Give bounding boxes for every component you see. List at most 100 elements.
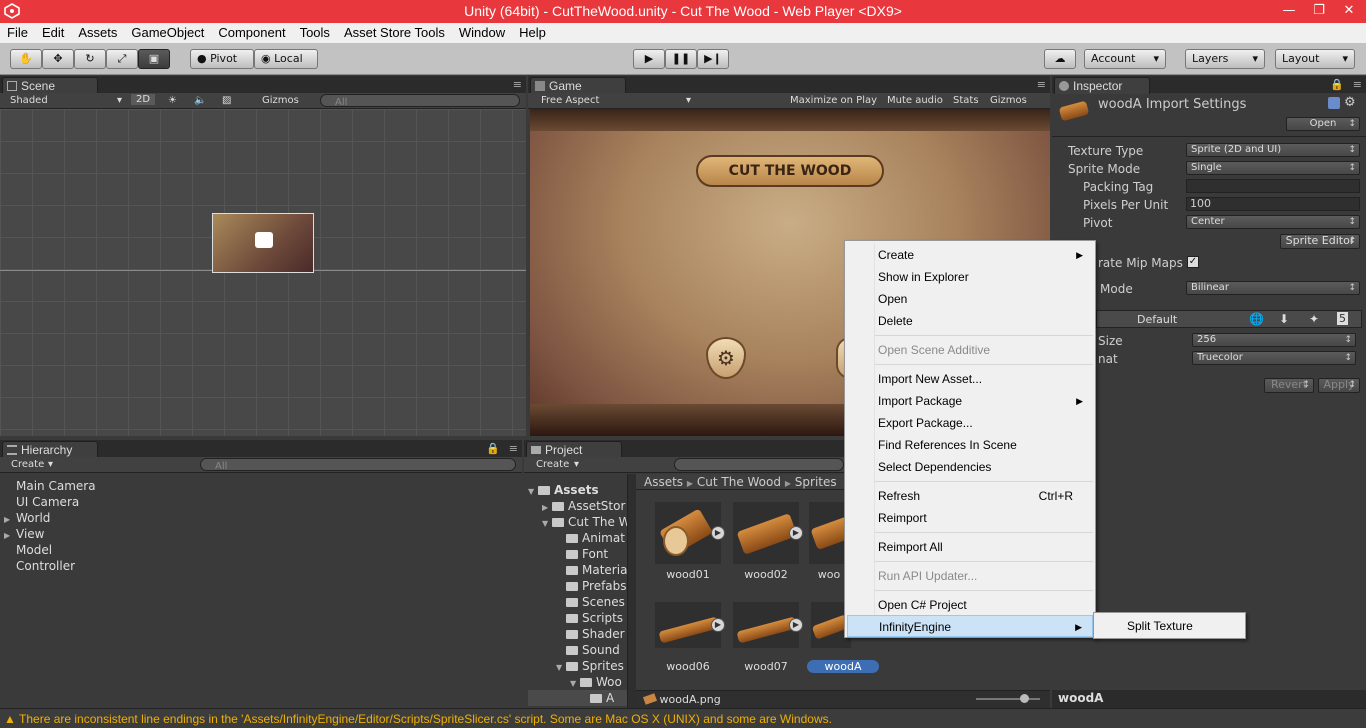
console-status-bar[interactable]: ▲ There are inconsistent line endings in…	[0, 708, 1366, 728]
menu-item-find-references[interactable]: Find References In Scene	[847, 434, 1093, 456]
gizmos-dropdown[interactable]: Gizmos	[262, 95, 299, 106]
scale-tool-button[interactable]: ⤢	[106, 49, 138, 69]
stats-toggle[interactable]: Stats	[953, 95, 979, 106]
menu-asset-store-tools[interactable]: Asset Store Tools	[337, 23, 452, 40]
shading-dropdown[interactable]: Shaded	[10, 95, 48, 106]
hierarchy-item-world[interactable]: ▶ World	[4, 510, 304, 526]
local-toggle[interactable]: ◉ Local	[254, 49, 318, 69]
scene-search-input[interactable]: All	[320, 94, 520, 108]
audio-icon[interactable]: 🔈	[194, 95, 206, 106]
minimize-button[interactable]: —	[1274, 0, 1304, 23]
html5-platform-icon[interactable]: 5	[1337, 312, 1348, 325]
asset-wood07[interactable]: ▶ wood07	[731, 602, 803, 673]
hand-tool-button[interactable]: ✋	[10, 49, 42, 69]
maximize-on-play-toggle[interactable]: Maximize on Play	[790, 95, 877, 106]
format-dropdown[interactable]: Truecolor	[1192, 351, 1356, 365]
folder-materials[interactable]: Materia	[528, 562, 627, 578]
cloud-button[interactable]: ☁	[1044, 49, 1076, 69]
account-dropdown[interactable]: Account ▾	[1084, 49, 1166, 69]
play-preview-icon[interactable]: ▶	[711, 526, 725, 540]
breadcrumb-item[interactable]: Cut The Wood	[697, 475, 781, 489]
menu-item-create[interactable]: Create ▶	[847, 244, 1093, 266]
asset-wood02[interactable]: ▶ wood02	[731, 502, 803, 581]
filter-mode-dropdown[interactable]: Bilinear	[1186, 281, 1360, 295]
hierarchy-item-view[interactable]: ▶ View	[4, 526, 304, 542]
scene-viewport[interactable]	[0, 109, 526, 436]
pause-button[interactable]: ❚❚	[665, 49, 697, 69]
asset-wood06[interactable]: ▶ wood06	[653, 602, 725, 673]
menu-item-open-csharp-project[interactable]: Open C# Project	[847, 594, 1093, 616]
sprite-editor-button[interactable]: Sprite Editor	[1280, 234, 1360, 249]
menu-item-reimport[interactable]: Reimport	[847, 507, 1093, 529]
project-create-dropdown[interactable]: Create	[536, 459, 569, 470]
play-preview-icon[interactable]: ▶	[789, 526, 803, 540]
thumbnail-size-slider[interactable]	[976, 694, 1040, 703]
tab-project[interactable]: Project	[526, 441, 622, 458]
folder-shader[interactable]: Shader	[528, 626, 627, 642]
camera-view-rect[interactable]	[212, 213, 314, 273]
menu-item-reimport-all[interactable]: Reimport All	[847, 536, 1093, 558]
revert-button[interactable]: Revert	[1264, 378, 1314, 393]
menu-gameobject[interactable]: GameObject	[124, 23, 211, 40]
2d-toggle[interactable]: 2D	[131, 94, 156, 105]
menu-help[interactable]: Help	[512, 23, 553, 40]
hierarchy-item-controller[interactable]: Controller	[4, 558, 304, 574]
panel-menu-icon[interactable]: ≡	[509, 442, 518, 455]
menu-item-export-package[interactable]: Export Package...	[847, 412, 1093, 434]
platform-default-tab[interactable]: Default	[1137, 313, 1177, 326]
menu-item-select-dependencies[interactable]: Select Dependencies	[847, 456, 1093, 478]
packing-tag-input[interactable]	[1186, 179, 1360, 193]
sprite-mode-dropdown[interactable]: Single	[1186, 161, 1360, 175]
android-platform-icon[interactable]: ✦	[1309, 312, 1319, 326]
texture-type-dropdown[interactable]: Sprite (2D and UI)	[1186, 143, 1360, 157]
menu-item-show-in-explorer[interactable]: Show in Explorer	[847, 266, 1093, 288]
step-button[interactable]: ▶❙	[697, 49, 729, 69]
game-gizmos-dropdown[interactable]: Gizmos	[990, 95, 1027, 106]
hierarchy-item-main-camera[interactable]: Main Camera	[4, 478, 304, 494]
menu-item-infinityengine[interactable]: InfinityEngine ▶	[847, 615, 1093, 637]
folder-scripts[interactable]: Scripts	[528, 610, 627, 626]
settings-gear-icon[interactable]: ⚙	[706, 337, 746, 379]
move-tool-button[interactable]: ✥	[42, 49, 74, 69]
folder-animations[interactable]: Animat	[528, 530, 627, 546]
menu-component[interactable]: Component	[211, 23, 292, 40]
panel-menu-icon[interactable]: ≡	[513, 78, 522, 91]
layers-dropdown[interactable]: Layers ▾	[1185, 49, 1265, 69]
folder-prefabs[interactable]: Prefabs	[528, 578, 627, 594]
mute-audio-toggle[interactable]: Mute audio	[887, 95, 943, 106]
download-platform-icon[interactable]: ⬇	[1279, 312, 1289, 326]
menu-file[interactable]: File	[0, 23, 35, 40]
hierarchy-create-dropdown[interactable]: Create	[11, 459, 44, 470]
menu-item-refresh[interactable]: Refresh Ctrl+R	[847, 485, 1093, 507]
tree-scrollbar[interactable]	[628, 474, 636, 708]
menu-assets[interactable]: Assets	[71, 23, 124, 40]
lock-icon[interactable]: 🔒	[486, 442, 500, 455]
lighting-icon[interactable]: ☀	[168, 95, 177, 106]
hierarchy-item-model[interactable]: Model	[4, 542, 304, 558]
panel-menu-icon[interactable]: ≡	[1353, 78, 1362, 91]
camera-gizmo-icon[interactable]	[255, 232, 273, 248]
apply-button[interactable]: Apply	[1318, 378, 1360, 393]
folder-assetstore[interactable]: ▶ AssetStor	[528, 498, 627, 514]
project-search-input[interactable]	[674, 458, 844, 471]
open-button[interactable]: Open	[1286, 117, 1360, 131]
aspect-dropdown[interactable]: Free Aspect	[541, 95, 599, 106]
menu-item-import-package[interactable]: Import Package ▶	[847, 390, 1093, 412]
menu-tools[interactable]: Tools	[293, 23, 337, 40]
maximize-button[interactable]: ❐	[1304, 0, 1334, 23]
play-preview-icon[interactable]: ▶	[711, 618, 725, 632]
hierarchy-search-input[interactable]: All	[200, 458, 516, 472]
gear-icon[interactable]: ⚙	[1344, 95, 1356, 110]
menu-item-open[interactable]: Open	[847, 288, 1093, 310]
tab-game[interactable]: Game	[530, 77, 626, 94]
menu-item-import-new-asset[interactable]: Import New Asset...	[847, 368, 1093, 390]
pivot-toggle[interactable]: ● Pivot	[190, 49, 254, 69]
pixels-per-unit-input[interactable]: 100	[1186, 197, 1360, 211]
tab-hierarchy[interactable]: Hierarchy	[2, 441, 98, 458]
folder-cut-the-wood[interactable]: ▼ Cut The W	[528, 514, 627, 530]
play-preview-icon[interactable]: ▶	[789, 618, 803, 632]
rect-tool-button[interactable]: ▣	[138, 49, 170, 69]
tab-inspector[interactable]: Inspector	[1054, 77, 1150, 94]
menu-item-delete[interactable]: Delete	[847, 310, 1093, 332]
asset-wood01[interactable]: ▶ wood01	[653, 502, 725, 581]
